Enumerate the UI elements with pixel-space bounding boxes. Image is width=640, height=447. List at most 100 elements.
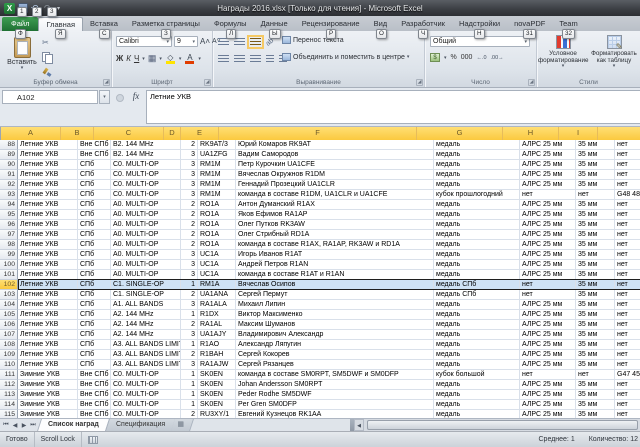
cell-J108[interactable]: нет: [615, 340, 640, 350]
cell-H89[interactable]: АЛРС 25 мм: [520, 150, 576, 160]
cell-H94[interactable]: АЛРС 25 мм: [520, 200, 576, 210]
cut-icon[interactable]: ✂: [42, 37, 54, 48]
cell-H95[interactable]: АЛРС 25 мм: [520, 210, 576, 220]
format-as-table-button[interactable]: Форматировать как таблицу ▾: [589, 35, 639, 68]
cell-D105[interactable]: 1: [181, 310, 198, 320]
cell-A113[interactable]: Зимние УКВ: [18, 390, 78, 400]
row-header-110[interactable]: 110: [0, 360, 18, 370]
cell-E107[interactable]: UA1AJY: [198, 330, 236, 340]
cell-D100[interactable]: 3: [181, 260, 198, 270]
cell-A102[interactable]: Летние УКВ: [18, 280, 78, 290]
cell-G90[interactable]: медаль: [434, 160, 520, 170]
next-sheet-icon[interactable]: ▶: [20, 422, 28, 429]
cell-C98[interactable]: A0. MULTI-OP: [111, 240, 181, 250]
cell-F113[interactable]: Peder Rodhe SM5DWF: [236, 390, 434, 400]
row-header-102[interactable]: 102: [0, 280, 18, 290]
cell-A101[interactable]: Летние УКВ: [18, 270, 78, 280]
cell-A93[interactable]: Летние УКВ: [18, 190, 78, 200]
cell-D106[interactable]: 2: [181, 320, 198, 330]
cell-B93[interactable]: СПб: [78, 190, 111, 200]
cell-J97[interactable]: нет: [615, 230, 640, 240]
cell-J102[interactable]: нет: [615, 280, 640, 290]
cell-H103[interactable]: нет: [520, 290, 576, 300]
format-painter-icon[interactable]: [42, 67, 54, 78]
cell-F88[interactable]: Юрий Комаров RK9AT: [236, 140, 434, 150]
row-header-115[interactable]: 115: [0, 410, 18, 418]
cell-D103[interactable]: 2: [181, 290, 198, 300]
cell-D115[interactable]: 2: [181, 410, 198, 418]
cell-H111[interactable]: нет: [520, 370, 576, 380]
cell-D111[interactable]: 1: [181, 370, 198, 380]
cell-E100[interactable]: UC1A: [198, 260, 236, 270]
cell-C95[interactable]: A0. MULTI-OP: [111, 210, 181, 220]
cell-C96[interactable]: A0. MULTI-OP: [111, 220, 181, 230]
cell-A89[interactable]: Летние УКВ: [18, 150, 78, 160]
accounting-format-icon[interactable]: $: [430, 53, 440, 62]
cell-J111[interactable]: G47 45x: [615, 370, 640, 380]
cell-A98[interactable]: Летние УКВ: [18, 240, 78, 250]
cell-B101[interactable]: СПб: [78, 270, 111, 280]
cell-J110[interactable]: нет: [615, 360, 640, 370]
cell-G107[interactable]: медаль: [434, 330, 520, 340]
cell-E113[interactable]: SK0EN: [198, 390, 236, 400]
cell-D96[interactable]: 2: [181, 220, 198, 230]
horizontal-scrollbar[interactable]: [364, 419, 640, 431]
cell-F101[interactable]: команда в составе R1AT и R1AN: [236, 270, 434, 280]
cell-I91[interactable]: 35 мм: [576, 170, 615, 180]
row-header-99[interactable]: 99: [0, 250, 18, 260]
cell-D92[interactable]: 3: [181, 180, 198, 190]
alignment-dialog-launcher-icon[interactable]: ◢: [416, 79, 423, 86]
cell-J101[interactable]: нет: [615, 270, 640, 280]
row-header-90[interactable]: 90: [0, 160, 18, 170]
cell-F96[interactable]: Олег Путков RK3AW: [236, 220, 434, 230]
column-header-F[interactable]: F: [219, 127, 417, 140]
cell-F98[interactable]: команда в составе R1AX, RA1AP, RK3AW и R…: [236, 240, 434, 250]
cell-D89[interactable]: 3: [181, 150, 198, 160]
cell-I103[interactable]: 35 мм: [576, 290, 615, 300]
cell-H110[interactable]: АЛРС 25 мм: [520, 360, 576, 370]
cell-F109[interactable]: Сергей Кокорев: [236, 350, 434, 360]
insert-worksheet-tab[interactable]: [171, 419, 194, 431]
decrease-decimal-icon[interactable]: .00→: [491, 55, 504, 61]
row-header-103[interactable]: 103: [0, 290, 18, 300]
cell-G95[interactable]: медаль: [434, 210, 520, 220]
cell-E108[interactable]: R1AO: [198, 340, 236, 350]
cell-C88[interactable]: B2. 144 MHz: [111, 140, 181, 150]
column-header-G[interactable]: G: [417, 127, 503, 140]
row-header-96[interactable]: 96: [0, 220, 18, 230]
cell-E93[interactable]: RM1M: [198, 190, 236, 200]
cell-J112[interactable]: нет: [615, 380, 640, 390]
cell-B103[interactable]: СПб: [78, 290, 111, 300]
cell-D95[interactable]: 2: [181, 210, 198, 220]
cell-C105[interactable]: A2. 144 MHz: [111, 310, 181, 320]
row-header-113[interactable]: 113: [0, 390, 18, 400]
last-sheet-icon[interactable]: ⏭: [29, 422, 37, 429]
cell-D99[interactable]: 3: [181, 250, 198, 260]
cell-H115[interactable]: АЛРС 25 мм: [520, 410, 576, 418]
cell-E88[interactable]: RK9AT/3: [198, 140, 236, 150]
cell-A100[interactable]: Летние УКВ: [18, 260, 78, 270]
cell-I93[interactable]: нет: [576, 190, 615, 200]
cell-B95[interactable]: СПб: [78, 210, 111, 220]
row-header-98[interactable]: 98: [0, 240, 18, 250]
horizontal-scrollbar-thumb[interactable]: [367, 420, 638, 430]
cell-B102[interactable]: СПб: [78, 280, 111, 290]
cell-C99[interactable]: A0. MULTI-OP: [111, 250, 181, 260]
column-header-clipped[interactable]: [598, 127, 640, 140]
cell-C112[interactable]: C0. MULTI-OP: [111, 380, 181, 390]
cell-C115[interactable]: C0. MULTI-OP: [111, 410, 181, 418]
cell-G101[interactable]: медаль: [434, 270, 520, 280]
cell-B108[interactable]: СПб: [78, 340, 111, 350]
cell-I98[interactable]: 35 мм: [576, 240, 615, 250]
cell-I99[interactable]: 35 мм: [576, 250, 615, 260]
row-header-108[interactable]: 108: [0, 340, 18, 350]
cell-C107[interactable]: A2. 144 MHz: [111, 330, 181, 340]
cell-G94[interactable]: медаль: [434, 200, 520, 210]
cell-E101[interactable]: UC1A: [198, 270, 236, 280]
fill-color-icon[interactable]: ◇: [165, 53, 176, 64]
cell-F115[interactable]: Евгений Кузнецов RK1AA: [236, 410, 434, 418]
row-header-95[interactable]: 95: [0, 210, 18, 220]
cell-G98[interactable]: медаль: [434, 240, 520, 250]
cell-F93[interactable]: команда в составе R1DM, UA1CLR и UA1CFE: [236, 190, 434, 200]
cell-H91[interactable]: АЛРС 25 мм: [520, 170, 576, 180]
